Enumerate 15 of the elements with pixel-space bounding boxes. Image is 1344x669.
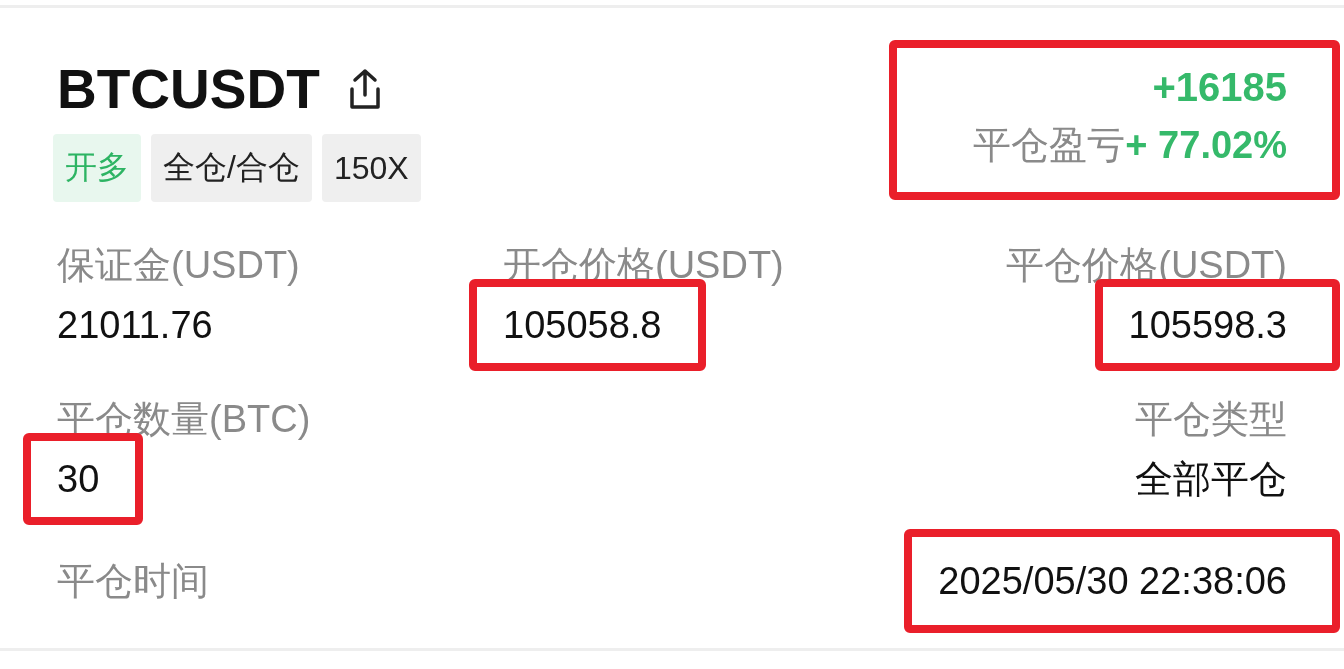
- field-label: 平仓类型: [1135, 397, 1287, 442]
- position-tag: 开多: [53, 134, 141, 202]
- field-label: 保证金(USDT): [57, 243, 300, 288]
- field-label: 平仓时间: [57, 559, 209, 604]
- field-value: 105598.3: [1128, 304, 1287, 346]
- field-value: 全部平仓: [1135, 458, 1287, 500]
- field-value: 30: [57, 458, 100, 500]
- field-value: 21011.76: [57, 304, 213, 346]
- pnl-text: 平仓盈亏+ 77.02%: [973, 123, 1287, 168]
- field-value: 2025/05/30 22:38:06: [938, 560, 1287, 602]
- position-tag: 150X: [321, 134, 421, 202]
- field-value: 105058.8: [503, 304, 662, 346]
- pnl-amount: +16185: [1152, 64, 1287, 111]
- position-tag: 全仓/合仓: [151, 134, 312, 202]
- symbol-title: BTCUSDT: [57, 62, 320, 117]
